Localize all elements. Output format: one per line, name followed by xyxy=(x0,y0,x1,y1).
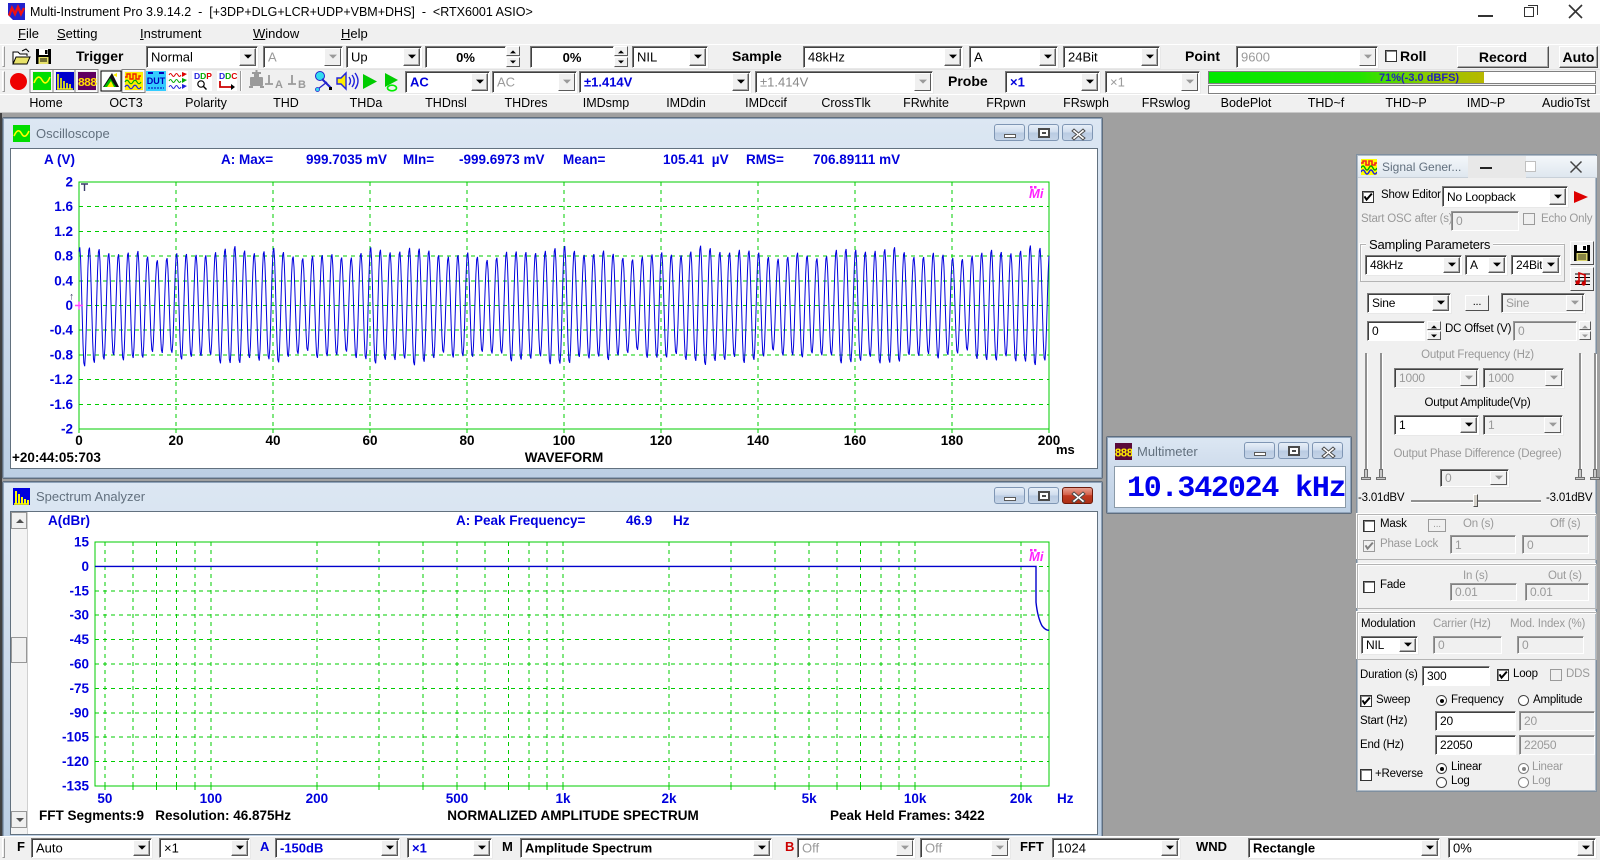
svg-text:2k: 2k xyxy=(661,791,677,806)
svg-text:888: 888 xyxy=(78,76,97,90)
svg-text:A: Max=: A: Max= xyxy=(221,152,273,167)
svg-text:60: 60 xyxy=(362,433,377,448)
svg-text:40: 40 xyxy=(265,433,280,448)
svg-text:140: 140 xyxy=(747,433,770,448)
svg-text:DUT: DUT xyxy=(147,76,166,86)
svg-text:888: 888 xyxy=(1115,448,1132,461)
svg-text:10k: 10k xyxy=(904,791,927,806)
svg-text:-0.4: -0.4 xyxy=(50,323,74,338)
svg-text:0: 0 xyxy=(75,433,83,448)
svg-text:999.7035 mV: 999.7035 mV xyxy=(306,152,387,167)
svg-text:1.6: 1.6 xyxy=(54,199,73,214)
svg-text:80: 80 xyxy=(459,433,474,448)
svg-text:5k: 5k xyxy=(802,791,818,806)
svg-text:100: 100 xyxy=(200,791,223,806)
svg-text:NORMALIZED AMPLITUDE SPECTRUM: NORMALIZED AMPLITUDE SPECTRUM xyxy=(447,808,699,823)
svg-text:-60: -60 xyxy=(69,657,89,672)
svg-text:A(dBr): A(dBr) xyxy=(48,513,90,528)
svg-text:20k: 20k xyxy=(1010,791,1033,806)
svg-text:-999.6973 mV: -999.6973 mV xyxy=(459,152,545,167)
svg-text:1k: 1k xyxy=(555,791,571,806)
svg-text:-90: -90 xyxy=(69,705,89,720)
svg-text:50: 50 xyxy=(97,791,112,806)
svg-text:A (V): A (V) xyxy=(44,152,75,167)
svg-text:20: 20 xyxy=(168,433,183,448)
svg-text:0: 0 xyxy=(81,559,89,574)
svg-text:Peak Held Frames: 3422: Peak Held Frames: 3422 xyxy=(830,808,985,823)
svg-text:100: 100 xyxy=(553,433,576,448)
svg-text:500: 500 xyxy=(446,791,469,806)
svg-text:RMS=: RMS= xyxy=(746,152,784,167)
svg-text:-45: -45 xyxy=(69,632,89,647)
svg-text:15: 15 xyxy=(74,535,90,550)
svg-text:WAVEFORM: WAVEFORM xyxy=(525,450,604,465)
svg-text:+20:44:05:703: +20:44:05:703 xyxy=(12,450,101,465)
svg-text:-30: -30 xyxy=(69,608,89,623)
svg-text:2: 2 xyxy=(65,175,73,190)
svg-text:DDC: DDC xyxy=(219,71,237,81)
svg-text:105.41 µV: 105.41 µV xyxy=(663,152,729,167)
svg-text:46.9: 46.9 xyxy=(626,513,652,528)
svg-text:180: 180 xyxy=(941,433,964,448)
svg-text:↑: ↑ xyxy=(69,292,74,303)
svg-text:Hz: Hz xyxy=(1057,791,1074,806)
svg-text:-0.8: -0.8 xyxy=(50,347,74,362)
svg-text:ms: ms xyxy=(1056,442,1075,457)
svg-text:160: 160 xyxy=(844,433,867,448)
svg-text:-1.2: -1.2 xyxy=(50,372,73,387)
svg-text:B: B xyxy=(298,79,306,91)
svg-text:-2: -2 xyxy=(61,422,73,437)
svg-text:120: 120 xyxy=(650,433,673,448)
svg-text:706.89111 mV: 706.89111 mV xyxy=(813,152,900,167)
svg-text:-120: -120 xyxy=(62,754,89,769)
svg-text:200: 200 xyxy=(306,791,329,806)
svg-text:Hz: Hz xyxy=(673,513,690,528)
svg-text:-1.6: -1.6 xyxy=(50,397,74,412)
svg-text:0.8: 0.8 xyxy=(54,249,73,264)
svg-text:-15: -15 xyxy=(69,583,89,598)
svg-text:MIn=: MIn= xyxy=(403,152,434,167)
svg-text:FFT Segments:9 Resolution: 4: FFT Segments:9 Resolution: 46.875Hz xyxy=(39,808,291,823)
svg-text:-105: -105 xyxy=(62,730,90,745)
svg-text:1.2: 1.2 xyxy=(54,224,73,239)
svg-text:A: A xyxy=(275,79,283,91)
svg-text:0.4: 0.4 xyxy=(54,273,73,288)
svg-text:-135: -135 xyxy=(62,779,90,794)
svg-text:A: Peak Frequency=: A: Peak Frequency= xyxy=(456,513,586,528)
svg-text:DDP: DDP xyxy=(194,71,212,81)
svg-text:-75: -75 xyxy=(69,681,89,696)
svg-text:Mean=: Mean= xyxy=(563,152,606,167)
